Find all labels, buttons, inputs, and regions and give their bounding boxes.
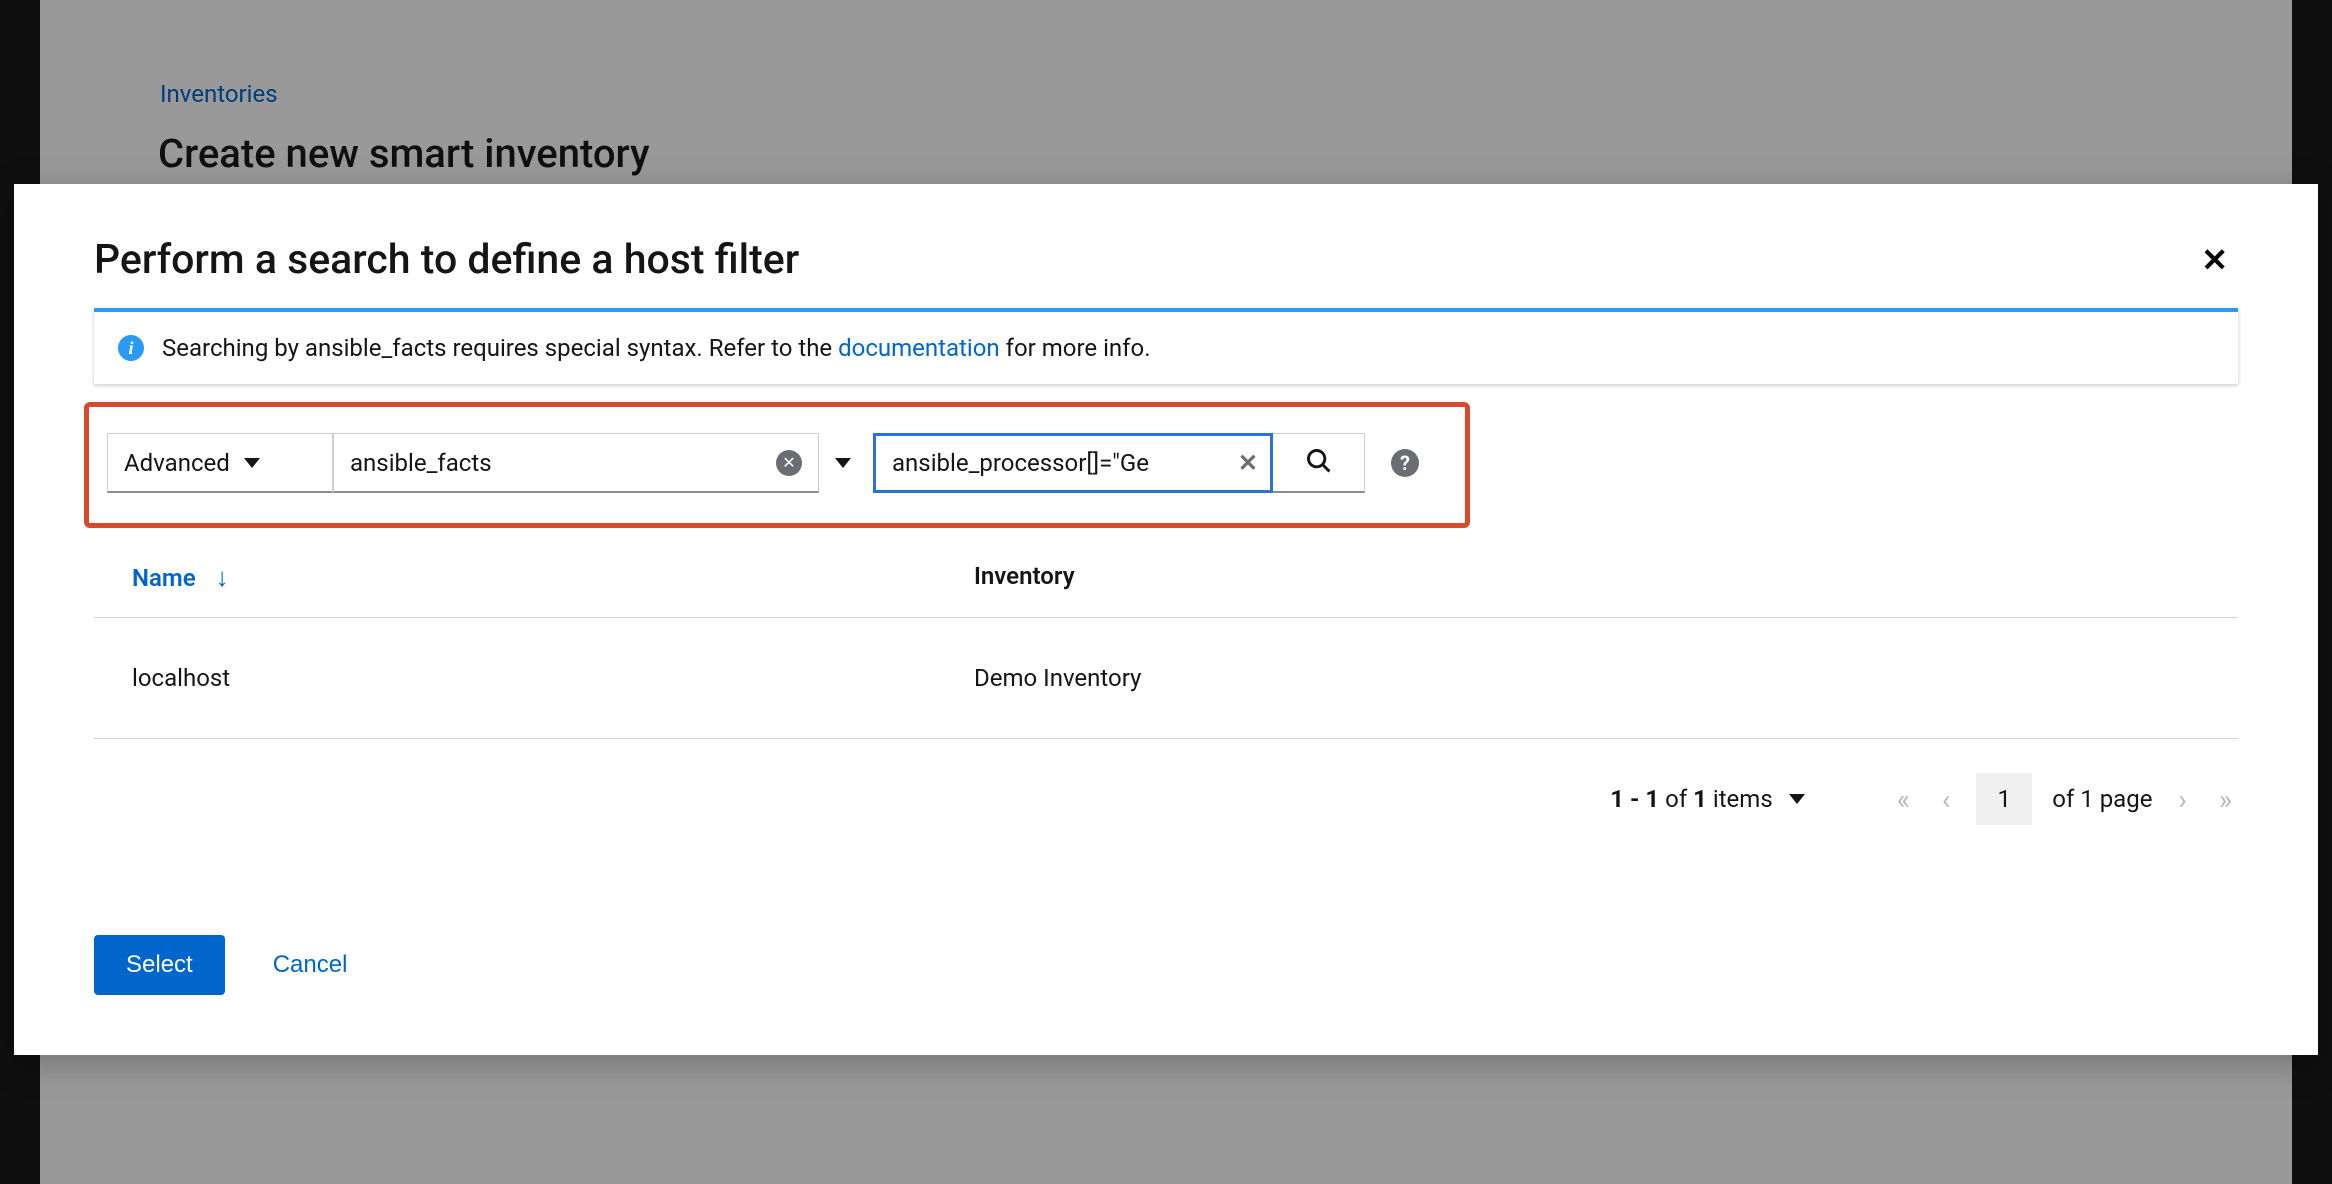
- chevron-down-icon: [835, 458, 851, 468]
- chevron-down-icon: [1789, 794, 1805, 804]
- items-per-page[interactable]: 1 - 1 of 1 items: [1610, 785, 1804, 813]
- info-icon: i: [118, 335, 144, 361]
- next-page-icon[interactable]: ›: [2172, 783, 2192, 816]
- search-button[interactable]: [1273, 433, 1365, 493]
- cancel-button[interactable]: Cancel: [273, 951, 348, 979]
- table-row[interactable]: localhost Demo Inventory: [94, 618, 2238, 739]
- chevron-down-icon: [244, 458, 260, 468]
- pagination: 1 - 1 of 1 items « ‹ 1 of 1 page › »: [14, 739, 2318, 825]
- pagination-range: 1 - 1: [1610, 785, 1659, 813]
- search-icon: [1305, 447, 1333, 479]
- pagination-of-page: of 1 page: [2052, 785, 2152, 813]
- search-filter-row: Advanced ansible_facts ✕ ansible_process…: [84, 402, 1470, 528]
- results-table: Name ↓ Inventory localhost Demo Inventor…: [94, 540, 2238, 739]
- cell-name: localhost: [94, 664, 974, 692]
- select-button[interactable]: Select: [94, 935, 225, 995]
- page-number-input[interactable]: 1: [1976, 773, 2032, 825]
- column-header-name[interactable]: Name ↓: [94, 562, 974, 593]
- search-mode-label: Advanced: [124, 449, 230, 477]
- host-filter-modal: Perform a search to define a host filter…: [14, 184, 2318, 1055]
- info-banner: i Searching by ansible_facts requires sp…: [94, 308, 2238, 384]
- sort-ascending-icon: ↓: [216, 562, 229, 593]
- column-header-inventory[interactable]: Inventory: [974, 562, 1075, 593]
- column-name-label: Name: [132, 564, 196, 592]
- close-icon[interactable]: ✕: [2191, 237, 2238, 283]
- search-mode-select[interactable]: Advanced: [107, 433, 333, 493]
- clear-key-icon[interactable]: ✕: [776, 450, 802, 476]
- search-key-label: ansible_facts: [350, 449, 762, 477]
- search-value-input-wrap: ansible_processor[]="Ge ✕: [873, 433, 1273, 493]
- search-key-dropdown-toggle[interactable]: [819, 433, 867, 493]
- help-icon[interactable]: ?: [1391, 449, 1419, 477]
- prev-page-icon[interactable]: ‹: [1936, 783, 1956, 816]
- info-text-pre: Searching by ansible_facts requires spec…: [162, 334, 838, 362]
- first-page-icon[interactable]: «: [1891, 783, 1916, 816]
- table-header: Name ↓ Inventory: [94, 540, 2238, 618]
- last-page-icon[interactable]: »: [2213, 783, 2238, 816]
- documentation-link[interactable]: documentation: [838, 334, 1000, 362]
- pagination-of: of: [1665, 785, 1687, 813]
- search-value-input[interactable]: ansible_processor[]="Ge: [892, 449, 1230, 477]
- clear-input-icon[interactable]: ✕: [1238, 449, 1258, 477]
- search-key-select[interactable]: ansible_facts ✕: [333, 433, 819, 493]
- pagination-items-label: items: [1713, 785, 1773, 813]
- cell-inventory: Demo Inventory: [974, 664, 1141, 692]
- info-text-post: for more info.: [1000, 334, 1151, 362]
- modal-title: Perform a search to define a host filter: [94, 236, 799, 284]
- pagination-total: 1: [1693, 785, 1707, 813]
